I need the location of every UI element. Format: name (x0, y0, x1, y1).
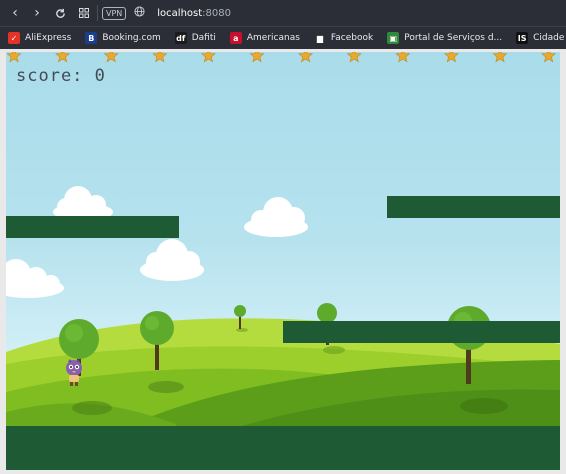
url-port: :8080 (202, 7, 231, 19)
star-icon (200, 52, 216, 63)
bookmark-item[interactable]: ✓ AliExpress (0, 27, 77, 49)
vpn-badge[interactable]: VPN (102, 6, 127, 20)
toolbar-divider (97, 5, 98, 21)
star-icon (103, 52, 119, 63)
ground-platform (6, 426, 560, 470)
bookmark-item[interactable]: a Americanas (222, 27, 306, 49)
url-host: localhost (157, 7, 203, 19)
star-icon (298, 52, 314, 63)
platform (6, 216, 179, 238)
star-icon (346, 52, 362, 63)
bookmark-label: Booking.com (102, 33, 161, 43)
bookmark-label: Facebook (330, 33, 374, 43)
browser-toolbar: ‹ › VPN localhost:8080 (0, 0, 566, 26)
bookmark-label: Americanas (246, 33, 300, 43)
cloud (6, 259, 64, 298)
page-icon: ▆ (313, 32, 326, 44)
bookmark-item[interactable]: IS Cidade Vídeos e Ví... (508, 27, 566, 49)
forward-icon[interactable]: › (30, 4, 44, 22)
bookmark-item[interactable]: B Booking.com (77, 27, 166, 49)
americanas-icon: a (229, 32, 242, 44)
star-icon (492, 52, 508, 63)
cloud (244, 197, 308, 237)
game-background (6, 186, 560, 470)
star-icon (6, 52, 22, 63)
star-icon (249, 52, 265, 63)
star-icon (443, 52, 459, 63)
bookmark-label: Dafiti (191, 33, 216, 43)
player-character (66, 359, 82, 386)
star-icon (152, 52, 168, 63)
cloud (140, 239, 204, 281)
dafiti-icon: df (174, 32, 187, 44)
address-bar[interactable]: VPN localhost:8080 (102, 3, 562, 23)
bookmark-label: AliExpress (25, 33, 72, 43)
bookmark-item[interactable]: df Dafiti (167, 27, 222, 49)
star-icon (395, 52, 411, 63)
bookmark-label: Cidade Vídeos e Ví... (533, 33, 566, 43)
aliexpress-icon: ✓ (8, 32, 20, 44)
bookmark-item[interactable]: ▣ Portal de Serviços d... (379, 27, 508, 49)
portal-icon: ▣ (387, 32, 400, 44)
reload-icon[interactable] (53, 4, 67, 22)
tabs-grid-icon[interactable] (77, 4, 91, 22)
star-strip (6, 52, 557, 63)
bookmark-label: Portal de Serviços d... (404, 33, 503, 43)
bookmark-item[interactable]: ▆ Facebook (306, 27, 379, 49)
star-icon (541, 52, 557, 63)
platform (387, 196, 560, 218)
score-label: score: 0 (16, 66, 106, 86)
star-icon (55, 52, 71, 63)
platform (283, 321, 560, 343)
cidade-icon: IS (516, 32, 529, 44)
game-canvas[interactable]: score: 0 (6, 52, 560, 470)
globe-icon (134, 6, 145, 20)
bookmarks-bar: ✓ AliExpress B Booking.com df Dafiti a American… (0, 26, 566, 49)
booking-icon: B (85, 32, 98, 44)
back-icon[interactable]: ‹ (8, 4, 22, 22)
